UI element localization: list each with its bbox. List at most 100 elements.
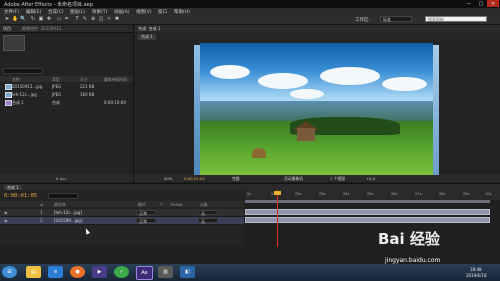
composition-footer: 50% 0:00:01:05 完整 活动摄像机 1 个视图 +0.0 bbox=[134, 175, 500, 182]
col-t: T bbox=[160, 202, 163, 207]
resolution-select[interactable]: 完整 bbox=[232, 176, 240, 182]
item-type: JPEG bbox=[52, 84, 62, 89]
project-panel: 项目 效果控件: 20150913... 名称 类型 大小 媒体持续时间 201… bbox=[0, 25, 134, 182]
tab-effect-controls[interactable]: 效果控件: 20150913... bbox=[22, 26, 65, 32]
eye-icon[interactable]: ◉ bbox=[4, 210, 8, 215]
after-effects-taskbar-icon[interactable]: Ae bbox=[136, 266, 153, 280]
bit-depth[interactable]: 8 bpc bbox=[56, 176, 67, 181]
ruler-tick: 05s bbox=[367, 192, 374, 196]
project-item[interactable]: 20150913...jpg JPEG 221 KB bbox=[0, 83, 133, 90]
maximize-button[interactable]: □ bbox=[475, 0, 487, 7]
layer-duration-bar[interactable] bbox=[245, 209, 490, 215]
timeline-timecode[interactable]: 0:00:01:05 bbox=[4, 193, 37, 199]
project-search-input[interactable] bbox=[3, 68, 43, 74]
app-window-icon[interactable]: ▥ bbox=[158, 266, 173, 278]
clone-tool-icon[interactable]: ⊕ bbox=[90, 17, 96, 22]
camera-tool-icon[interactable]: ▣ bbox=[38, 17, 44, 22]
eraser-tool-icon[interactable]: ◫ bbox=[98, 17, 104, 22]
cloud bbox=[290, 89, 324, 99]
rectangle-tool-icon[interactable]: ▭ bbox=[56, 17, 62, 22]
timeline-search-input[interactable] bbox=[48, 193, 78, 199]
col-parent: 父级 bbox=[200, 202, 208, 207]
composition-subtab[interactable]: 合成 1 bbox=[138, 34, 156, 40]
text-tool-icon[interactable]: T bbox=[74, 17, 80, 22]
layer-parent: 无 bbox=[201, 219, 205, 224]
item-size: 160 KB bbox=[80, 92, 95, 97]
layer-duration-bar[interactable] bbox=[245, 217, 490, 223]
col-mode: 模式 bbox=[138, 202, 146, 207]
project-column-header: 名称 类型 大小 媒体持续时间 bbox=[0, 76, 133, 82]
timeline-layer[interactable]: ◉ 1 [leh-12c...jpg] 正常 无 bbox=[0, 209, 244, 217]
timeline-track-area[interactable]: 0s 01s 02s 03s 04s 05s 06s 07s 08s 09s 1… bbox=[245, 190, 500, 247]
puppet-tool-icon[interactable]: ✱ bbox=[114, 17, 120, 22]
work-area-bar[interactable] bbox=[245, 200, 490, 203]
title-bar: Adobe After Effects - 未命名项目.aep ─ □ ✕ bbox=[0, 0, 500, 8]
clock-date[interactable]: 2019/6/18 bbox=[466, 273, 487, 278]
time-ruler[interactable]: 0s 01s 02s 03s 04s 05s 06s 07s 08s 09s 1… bbox=[245, 190, 500, 200]
media-icon[interactable]: ▶ bbox=[92, 266, 107, 278]
current-time-indicator-head[interactable] bbox=[274, 191, 281, 195]
ruler-tick: 02s bbox=[295, 192, 302, 196]
layer-mode-select[interactable]: 正常 bbox=[136, 218, 156, 224]
file-explorer-icon[interactable]: ▤ bbox=[26, 266, 41, 278]
hand-tool-icon[interactable]: ✋ bbox=[12, 17, 18, 22]
app-blue-icon[interactable]: ◧ bbox=[180, 266, 195, 278]
baidu-watermark: Bai 经验 bbox=[378, 230, 440, 248]
window-title: Adobe After Effects - 未命名项目.aep bbox=[4, 2, 93, 8]
ie-icon[interactable]: e bbox=[48, 266, 63, 278]
zoom-select[interactable]: 50% bbox=[164, 176, 172, 181]
ruler-tick: 0s bbox=[247, 192, 252, 196]
timeline-column-header: # 源名称 模式 T TrkMat 父级 bbox=[0, 201, 244, 207]
ruler-tick: 08s bbox=[439, 192, 446, 196]
baidu-watermark-url: jingyan.baidu.com bbox=[385, 257, 441, 264]
layer-name: [leh-12c...jpg] bbox=[54, 210, 82, 215]
ruler-tick: 10s bbox=[485, 192, 492, 196]
project-item[interactable]: leh-12c...jpg JPEG 160 KB bbox=[0, 91, 133, 98]
clock-time[interactable]: 18:48 bbox=[470, 267, 482, 272]
view-layout-select[interactable]: 1 个视图 bbox=[330, 176, 345, 182]
composition-viewer[interactable] bbox=[200, 43, 433, 175]
current-time-indicator[interactable] bbox=[277, 190, 278, 247]
selection-tool-icon[interactable]: ➤ bbox=[4, 17, 10, 22]
item-size: 221 KB bbox=[80, 84, 95, 89]
rotate-tool-icon[interactable]: ↻ bbox=[30, 17, 36, 22]
cloud bbox=[210, 65, 250, 79]
layer-mode-select[interactable]: 正常 bbox=[136, 210, 156, 216]
zoom-tool-icon[interactable]: 🔍 bbox=[20, 17, 26, 22]
item-duration: 0:00:10:00 bbox=[104, 100, 126, 105]
pen-tool-icon[interactable]: ✒ bbox=[64, 17, 70, 22]
roto-brush-icon[interactable]: ✧ bbox=[106, 17, 112, 22]
close-button[interactable]: ✕ bbox=[487, 0, 499, 7]
brush-tool-icon[interactable]: ✎ bbox=[82, 17, 88, 22]
layer-index: 2 bbox=[40, 218, 43, 223]
item-name: 20150913...jpg bbox=[12, 84, 43, 89]
ae-label: Ae bbox=[141, 270, 148, 276]
windows-taskbar: ⊞ ▤ e ● ▶ ✓ Ae ▥ ◧ 18:48 2019/6/18 bbox=[0, 264, 500, 281]
workspace-label: 工作区: bbox=[355, 18, 371, 23]
exposure-value[interactable]: +0.0 bbox=[366, 176, 375, 181]
eye-icon[interactable]: ◉ bbox=[4, 218, 8, 223]
minimize-button[interactable]: ─ bbox=[463, 0, 475, 7]
project-item[interactable]: 合成 1 合成 0:00:10:00 bbox=[0, 99, 133, 106]
menu-bar: 文件(F) 编辑(E) 合成(C) 图层(L) 效果(T) 动画(A) 视图(V… bbox=[0, 8, 500, 15]
layer-name: [201509...jpg] bbox=[54, 218, 83, 223]
camera-select[interactable]: 活动摄像机 bbox=[284, 176, 303, 182]
item-name: leh-12c...jpg bbox=[12, 92, 37, 97]
layer-parent-select[interactable]: 无 bbox=[198, 210, 218, 216]
help-search-input[interactable]: 搜索帮助 bbox=[425, 16, 487, 22]
tab-composition[interactable]: 合成: 合成 1 bbox=[138, 26, 160, 32]
layer-parent-select[interactable]: 无 bbox=[198, 218, 218, 224]
ruler-tick: 09s bbox=[463, 192, 470, 196]
item-type: 合成 bbox=[52, 100, 60, 105]
project-thumbnail bbox=[3, 35, 25, 51]
tab-project[interactable]: 项目 bbox=[3, 26, 11, 32]
composition-tabs: 合成: 合成 1 bbox=[134, 25, 500, 32]
app-green-icon[interactable]: ✓ bbox=[114, 266, 129, 278]
workspace-select[interactable]: 标准 bbox=[380, 16, 412, 22]
cloud bbox=[320, 67, 380, 85]
pan-behind-tool-icon[interactable]: ✥ bbox=[46, 17, 52, 22]
timeline-layer[interactable]: ◉ 2 [201509...jpg] 正常 无 bbox=[0, 217, 244, 225]
current-time[interactable]: 0:00:01:05 bbox=[184, 176, 205, 181]
firefox-icon[interactable]: ● bbox=[70, 266, 85, 278]
start-button-icon[interactable]: ⊞ bbox=[2, 266, 17, 278]
